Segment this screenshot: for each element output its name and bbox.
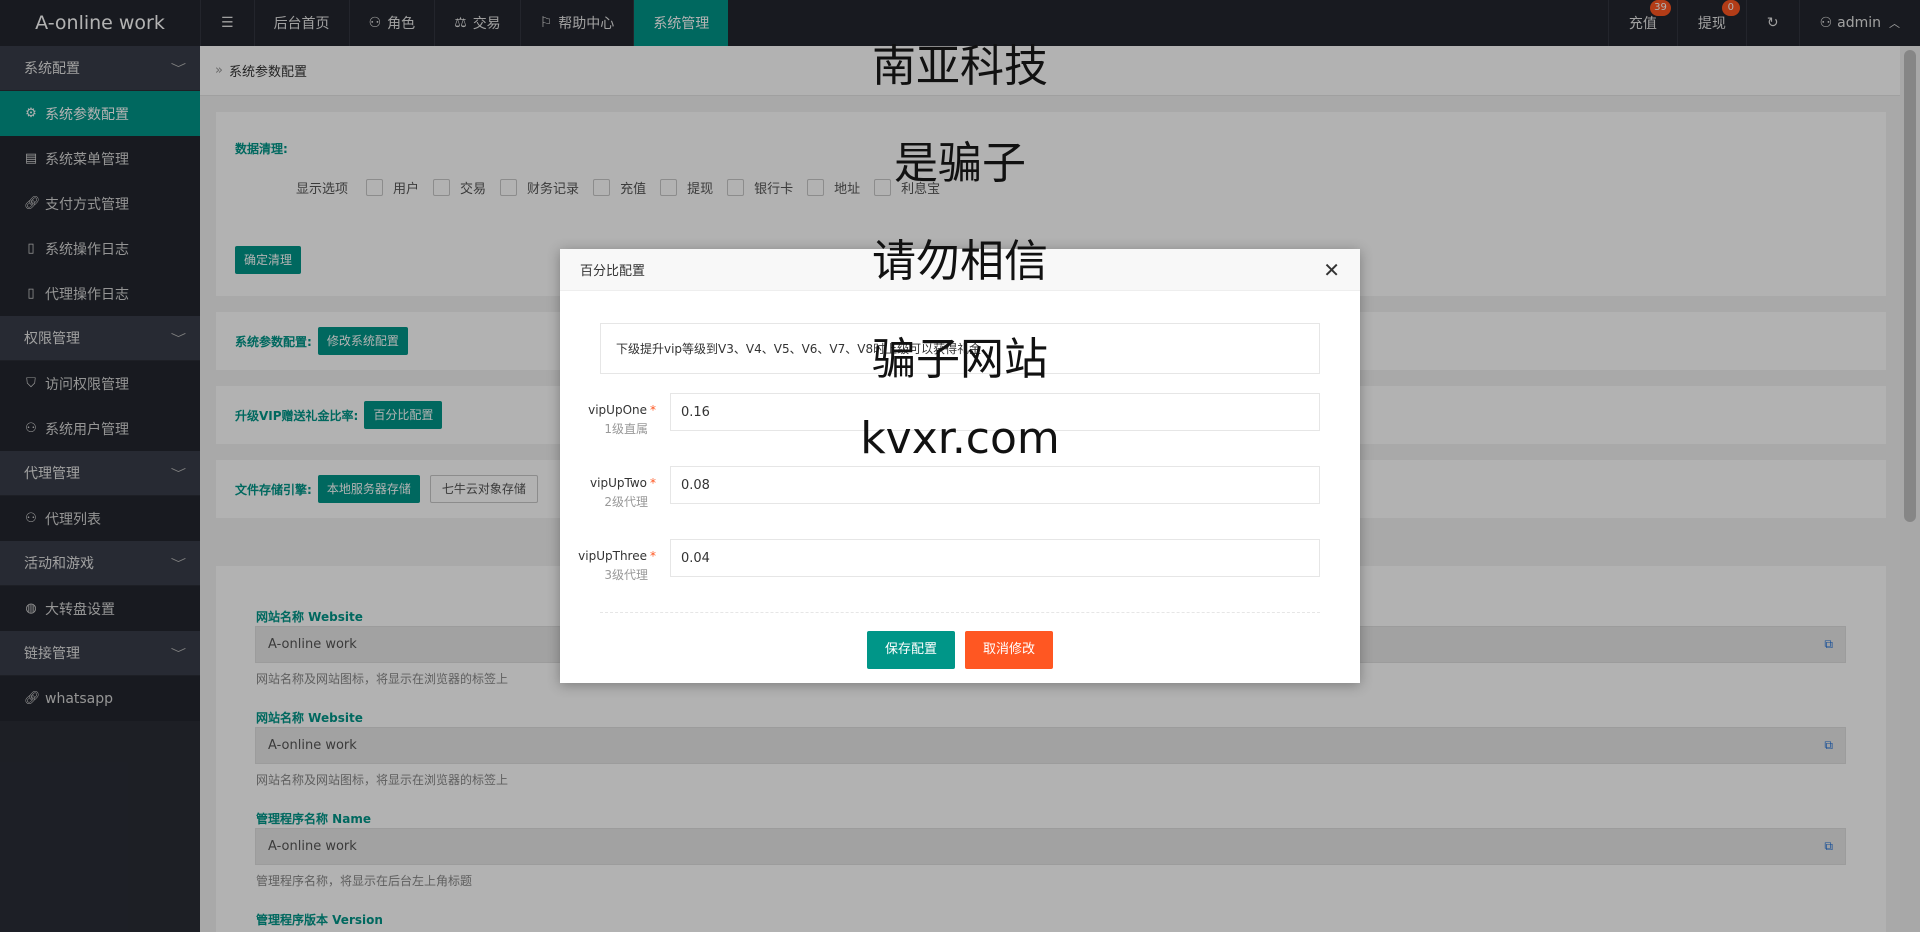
save-config-button[interactable]: 保存配置 [866, 631, 955, 669]
field-label-vipuptwo: vipUpTwo * 2级代理 [590, 476, 656, 509]
watermark-text: 是骗子 [894, 138, 1026, 189]
watermark-text: kvxr.com [860, 413, 1060, 464]
cancel-edit-button[interactable]: 取消修改 [965, 631, 1054, 669]
dialog-divider [600, 612, 1320, 613]
dialog-actions: 保存配置 取消修改 [560, 631, 1360, 669]
watermark-text: 南亚科技 [872, 41, 1048, 92]
vipuptwo-input[interactable] [670, 466, 1320, 504]
field-label-vipupthree: vipUpThree * 3级代理 [578, 549, 656, 582]
percentage-config-dialog: 百分比配置 ✕ 下级提升vip等级到V3、V4、V5、V6、V7、V8时上级可以… [560, 249, 1360, 683]
vipupthree-input[interactable] [670, 539, 1320, 577]
watermark-text: 骗子网站 [872, 334, 1048, 385]
close-icon[interactable]: ✕ [1323, 260, 1340, 280]
field-label-vipupone: vipUpOne * 1级直属 [588, 403, 656, 436]
watermark-text: 请勿相信 [872, 236, 1048, 287]
dialog-title: 百分比配置 [580, 264, 646, 279]
